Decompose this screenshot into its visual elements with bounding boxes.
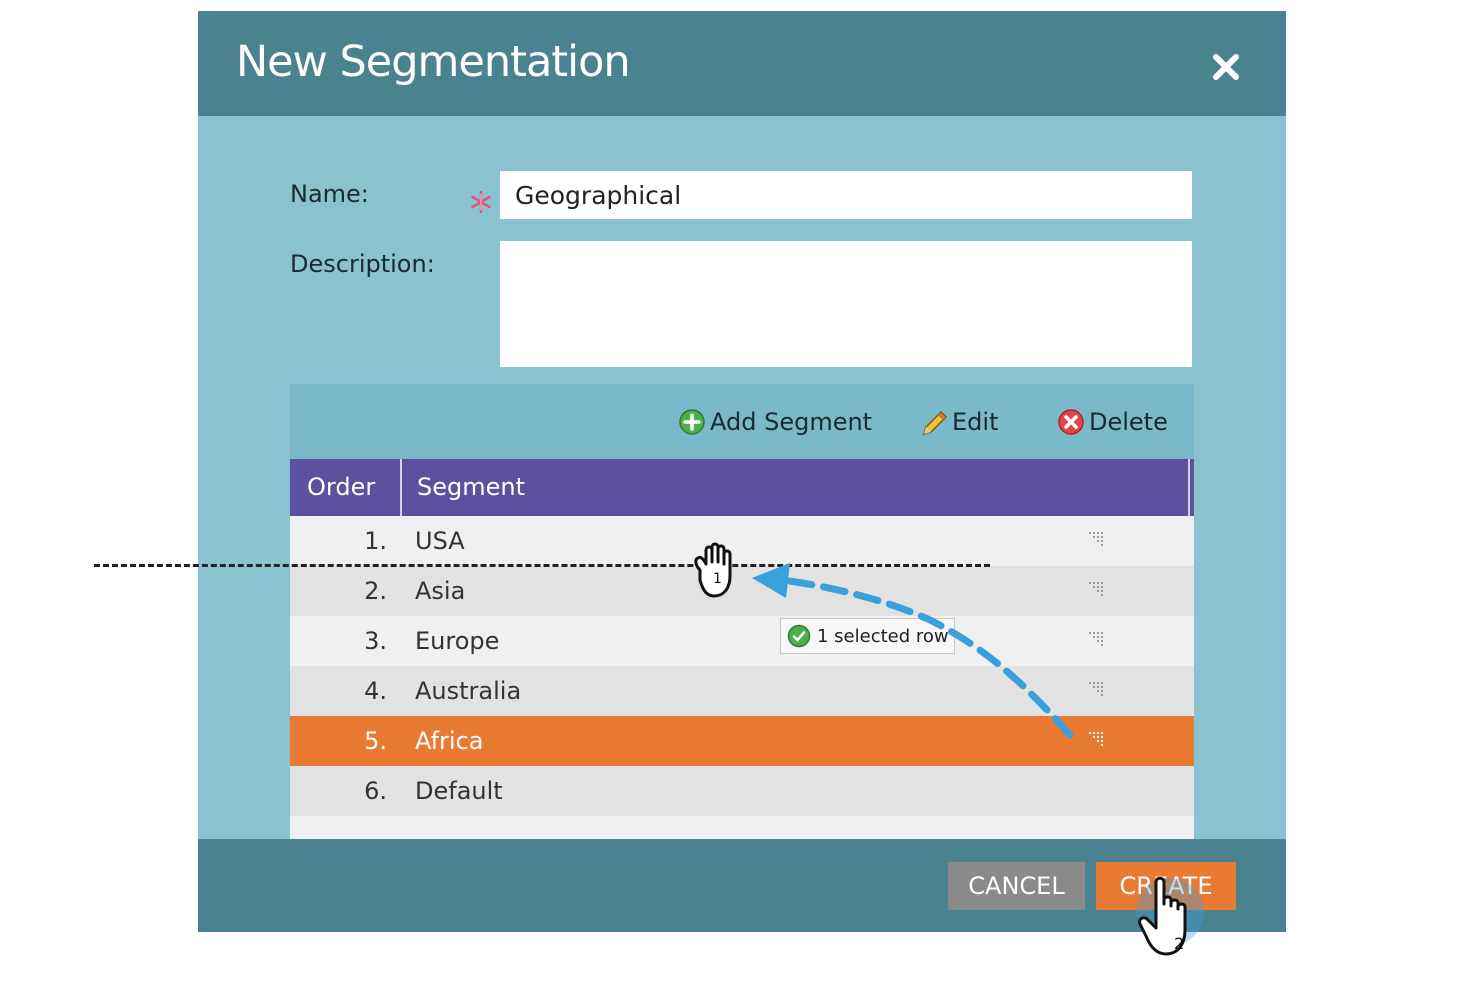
drag-handle-icon[interactable]	[1087, 630, 1109, 652]
delete-button[interactable]: Delete	[1057, 406, 1168, 438]
dialog-header: New Segmentation	[198, 11, 1286, 116]
drop-indicator-line	[94, 564, 990, 567]
row-segment: Australia	[415, 677, 522, 705]
row-segment: USA	[415, 527, 465, 555]
row-order: 1.	[364, 527, 387, 555]
row-order: 2.	[364, 577, 387, 605]
table-row[interactable]: 2. Asia	[290, 566, 1194, 616]
x-circle-icon	[1058, 409, 1084, 435]
segments-grid: Add Segment Edit Delete Order Segment 1.…	[290, 384, 1194, 839]
table-row[interactable]: 1. USA	[290, 516, 1194, 566]
name-label: Name:	[290, 180, 369, 208]
description-input[interactable]	[500, 241, 1192, 367]
row-order: 3.	[364, 627, 387, 655]
create-button[interactable]: CREATE	[1096, 862, 1236, 910]
drag-handle-icon[interactable]	[1087, 580, 1109, 602]
table-row[interactable]: 3. Europe	[290, 616, 1194, 666]
drag-tooltip: 1 selected row	[780, 618, 955, 654]
edit-button[interactable]: Edit	[920, 406, 998, 438]
close-icon[interactable]	[1208, 49, 1244, 85]
row-segment: Default	[415, 777, 503, 805]
table-row-selected[interactable]: 5. Africa	[290, 716, 1194, 766]
name-input[interactable]	[500, 171, 1192, 219]
add-segment-label: Add Segment	[710, 408, 873, 436]
drag-handle-icon[interactable]	[1087, 530, 1109, 552]
add-segment-button[interactable]: Add Segment	[678, 406, 872, 438]
screenshot-stage: New Segmentation Name: Description:	[0, 0, 1480, 987]
dialog-title: New Segmentation	[236, 37, 631, 87]
table-row[interactable]: 4. Australia	[290, 666, 1194, 716]
drag-handle-icon[interactable]	[1087, 730, 1109, 752]
grid-header-row: Order Segment	[290, 459, 1194, 516]
dialog-footer: CANCEL CREATE	[198, 839, 1286, 932]
check-circle-icon	[787, 624, 811, 648]
asterisk-icon	[471, 190, 491, 214]
description-label: Description:	[290, 250, 435, 278]
row-segment: Europe	[415, 627, 500, 655]
row-order: 6.	[364, 777, 387, 805]
cancel-button[interactable]: CANCEL	[948, 862, 1085, 910]
column-header-order[interactable]: Order	[290, 459, 402, 516]
plus-circle-icon	[679, 409, 705, 435]
row-order: 5.	[364, 727, 387, 755]
grid-toolbar: Add Segment Edit Delete	[290, 384, 1194, 459]
row-segment: Africa	[415, 727, 484, 755]
table-row[interactable]: 6. Default	[290, 766, 1194, 816]
drag-tooltip-text: 1 selected row	[817, 625, 949, 647]
new-segmentation-dialog: New Segmentation Name: Description:	[198, 11, 1286, 932]
delete-label: Delete	[1089, 408, 1168, 436]
drag-handle-icon[interactable]	[1087, 680, 1109, 702]
pencil-icon	[922, 410, 948, 436]
edit-label: Edit	[952, 408, 999, 436]
row-segment: Asia	[415, 577, 466, 605]
column-header-segment[interactable]: Segment	[404, 459, 1190, 516]
row-order: 4.	[364, 677, 387, 705]
step-2-label: 2	[1174, 934, 1184, 953]
